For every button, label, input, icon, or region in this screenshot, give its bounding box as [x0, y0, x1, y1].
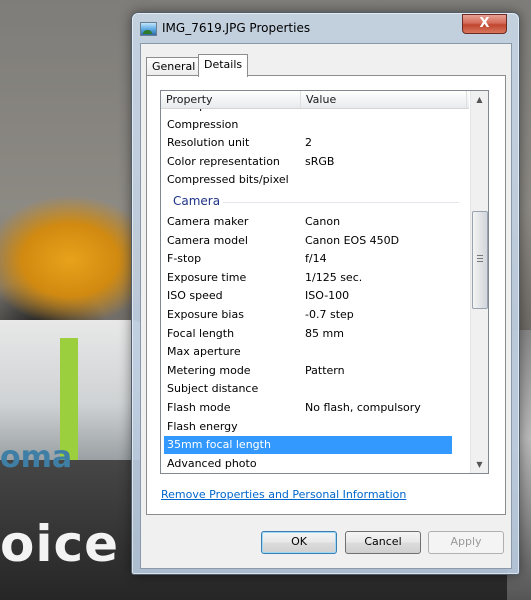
property-value: Canon EOS 450D: [305, 233, 400, 247]
property-value: No flash, compulsory: [305, 401, 421, 414]
property-name: ISO speed: [167, 289, 223, 303]
property-name: 35mm focal length: [167, 438, 271, 452]
property-name: Exposure bias: [167, 308, 244, 321]
property-name: Subject distance: [167, 382, 259, 396]
vertical-scrollbar[interactable]: ▲ ▼: [470, 91, 488, 473]
column-header-value[interactable]: Value: [301, 91, 467, 108]
grip-icon: [477, 255, 483, 262]
remove-properties-link[interactable]: Remove Properties and Personal Informati…: [161, 488, 406, 501]
details-panel: Bit depth24CompressionResolution unit2Co…: [146, 75, 506, 515]
property-name: F-stop: [167, 252, 202, 266]
property-name: Compression: [167, 117, 239, 131]
list-item-selected[interactable]: 35mm focal length: [164, 436, 452, 455]
list-item[interactable]: Exposure bias -0.7 step: [161, 306, 469, 324]
apply-button[interactable]: Apply: [428, 531, 504, 554]
property-name: Max aperture: [167, 345, 241, 359]
scroll-thumb[interactable]: [472, 211, 488, 309]
list-item[interactable]: F-stop f/14: [161, 250, 469, 268]
list-item[interactable]: Compression: [161, 116, 469, 134]
property-name: Resolution unit: [167, 136, 250, 150]
column-header-property[interactable]: Property: [161, 91, 301, 108]
image-file-icon: [140, 22, 157, 36]
list-item[interactable]: Camera model Canon EOS 450D: [161, 232, 469, 250]
tab-details[interactable]: Details: [198, 54, 249, 77]
list-item[interactable]: Compressed bits/pixel: [161, 171, 469, 189]
list-item[interactable]: Advanced photo: [161, 455, 469, 473]
list-item[interactable]: Max aperture: [161, 343, 469, 361]
property-value: 85 mm: [305, 326, 344, 340]
property-value: Canon: [305, 215, 341, 228]
property-name: Flash mode: [167, 401, 231, 414]
property-value: ISO-100: [305, 289, 350, 303]
property-name: Camera model: [167, 233, 248, 247]
property-value: sRGB: [305, 154, 335, 168]
scroll-up-arrow-icon[interactable]: ▲: [471, 91, 488, 108]
tab-general[interactable]: General: [146, 57, 202, 76]
property-name: Flash energy: [167, 419, 238, 433]
property-name: Compressed bits/pixel: [167, 173, 289, 187]
group-header-camera[interactable]: Camera: [161, 192, 469, 212]
list-header: Property Value: [161, 91, 469, 109]
list-item[interactable]: Focal length 85 mm: [161, 325, 469, 343]
properties-window: IMG_7619.JPG Properties X General Detail…: [131, 12, 520, 575]
ok-button[interactable]: OK: [261, 531, 337, 554]
list-item[interactable]: Resolution unit 2: [161, 134, 469, 152]
group-divider: [223, 202, 459, 203]
property-value: Pattern: [305, 363, 345, 377]
list-item[interactable]: Flash mode No flash, compulsory: [161, 399, 469, 417]
title-bar[interactable]: IMG_7619.JPG Properties X: [132, 13, 519, 43]
background-text-banner: oice: [0, 515, 120, 573]
property-name: Camera maker: [167, 215, 249, 228]
list-item[interactable]: Subject distance: [161, 380, 469, 398]
property-value: f/14: [305, 252, 327, 266]
property-name: Color representation: [167, 154, 280, 168]
background-text-sponsor: oma: [0, 440, 73, 475]
property-value: -0.7 step: [305, 308, 354, 321]
property-value: 2: [305, 136, 312, 150]
property-value: 1/125 sec.: [305, 270, 363, 284]
list-item[interactable]: Flash energy: [161, 418, 469, 436]
dialog-client: General Details Bit depth24CompressionRe…: [140, 43, 512, 569]
list-item[interactable]: Color representation sRGB: [161, 153, 469, 171]
list-item[interactable]: Exposure time 1/125 sec.: [161, 269, 469, 287]
list-item[interactable]: Camera maker Canon: [161, 213, 469, 231]
property-name: Focal length: [167, 326, 235, 340]
cancel-button[interactable]: Cancel: [345, 531, 421, 554]
scroll-down-arrow-icon[interactable]: ▼: [471, 456, 488, 473]
background-kart: [0, 320, 150, 460]
close-button[interactable]: X: [462, 14, 507, 34]
property-name: Advanced photo: [167, 456, 257, 470]
property-name: Exposure time: [167, 270, 247, 284]
property-list[interactable]: Bit depth24CompressionResolution unit2Co…: [160, 90, 489, 474]
group-label: Camera: [173, 194, 221, 208]
window-title: IMG_7619.JPG Properties: [162, 21, 311, 35]
list-item[interactable]: ISO speed ISO-100: [161, 287, 469, 305]
property-name: Metering mode: [167, 363, 251, 377]
list-item[interactable]: Metering mode Pattern: [161, 362, 469, 380]
